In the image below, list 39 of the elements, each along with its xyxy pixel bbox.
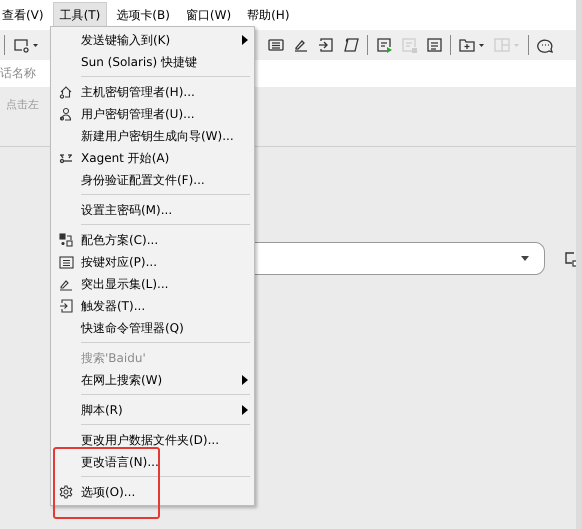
menu-item[interactable]: 身份验证配置文件(F)...: [51, 169, 254, 191]
menu-item[interactable]: 选项(O)...: [51, 481, 254, 503]
menu-item[interactable]: 更改用户数据文件夹(D)...: [51, 429, 254, 451]
menu-item[interactable]: 配色方案(C)...: [51, 229, 254, 251]
menu-item[interactable]: 更改语言(N)...: [51, 451, 254, 473]
menu-bar-item[interactable]: 查看(V): [1, 2, 51, 28]
menu-item[interactable]: 设置主密码(M)...: [51, 199, 254, 221]
document-play-icon[interactable]: [375, 36, 393, 54]
menu-item[interactable]: 脚本(R): [51, 399, 254, 421]
settings-icon: [59, 485, 73, 499]
menu-item[interactable]: 快速命令管理器(Q): [51, 317, 254, 339]
enter-icon[interactable]: [317, 36, 335, 54]
menu-item[interactable]: Xagent 开始(A): [51, 147, 254, 169]
document-icon[interactable]: [425, 36, 443, 54]
enter-icon: [59, 299, 73, 313]
house-key-icon: [59, 85, 73, 99]
menu-item[interactable]: 用户密钥管理者(U)...: [51, 103, 254, 125]
menu-bar-item[interactable]: 窗口(W): [178, 2, 238, 28]
submenu-arrow-icon: [242, 35, 248, 45]
menu-item[interactable]: 发送键输入到(K): [51, 29, 254, 51]
menu-bar-item[interactable]: 选项卡(B): [109, 2, 177, 28]
submenu-arrow-icon: [242, 405, 248, 415]
scroll-icon[interactable]: [342, 36, 360, 54]
caret-icon: [520, 256, 530, 262]
menu-item[interactable]: 突出显示集(L)...: [51, 273, 254, 295]
column-heading: 话名称: [0, 65, 36, 82]
menu-item[interactable]: 主机密钥管理者(H)...: [51, 81, 254, 103]
color-scheme-icon: [59, 233, 73, 247]
menu-item[interactable]: Sun (Solaris) 快捷键: [51, 51, 254, 73]
submenu-arrow-icon: [242, 375, 248, 385]
hint-text: 点击左: [6, 98, 39, 111]
menu-item[interactable]: 按键对应(P)...: [51, 251, 254, 273]
menu-item[interactable]: 在网上搜索(W): [51, 369, 254, 391]
user-key-icon: [59, 107, 73, 121]
menu-item[interactable]: 新建用户密钥生成向导(W)...: [51, 125, 254, 147]
keyboard-icon: [58, 256, 74, 268]
menu-item[interactable]: 触发器(T)...: [51, 295, 254, 317]
menu-bar-item[interactable]: 工具(T): [52, 2, 108, 28]
menu-bar-item[interactable]: 帮助(H): [240, 2, 297, 28]
